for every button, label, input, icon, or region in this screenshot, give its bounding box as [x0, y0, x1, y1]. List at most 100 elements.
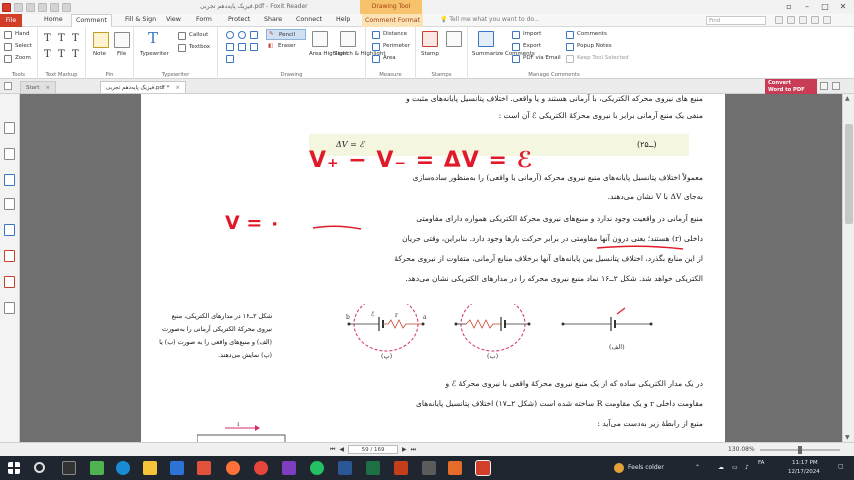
- close-tab-icon[interactable]: ×: [45, 85, 50, 91]
- language-indicator[interactable]: FA: [758, 460, 764, 466]
- typewriter-button[interactable]: Typewriter: [140, 51, 169, 57]
- insert-text-icon[interactable]: T: [72, 49, 79, 60]
- task-view-icon[interactable]: [62, 461, 76, 475]
- clock-date[interactable]: 12/17/2024: [788, 469, 820, 475]
- tab-comment-format[interactable]: Comment Format: [362, 14, 424, 27]
- callout-button[interactable]: Callout: [189, 32, 208, 38]
- zoom-slider-knob[interactable]: [798, 446, 802, 454]
- pencil-tool[interactable]: ✎ Pencil: [266, 29, 306, 40]
- file-button[interactable]: File: [117, 51, 126, 57]
- tell-me-box[interactable]: 💡 Tell me what you want to do...: [440, 16, 540, 23]
- restore-ribbon-icon[interactable]: ▫: [780, 0, 798, 14]
- attachments-icon[interactable]: [4, 224, 15, 236]
- note-button[interactable]: Note: [93, 51, 106, 57]
- app-icon-blue[interactable]: [170, 461, 184, 475]
- squiggly-text-icon[interactable]: T: [44, 49, 51, 60]
- tab-help[interactable]: Help: [336, 16, 350, 23]
- highlight-text-icon[interactable]: T: [44, 33, 51, 44]
- zoom-slider[interactable]: [760, 446, 840, 454]
- word-icon[interactable]: [338, 461, 352, 475]
- polygon-shape-icon[interactable]: [250, 31, 258, 39]
- keep-tool-selected-toggle[interactable]: Keep Tool Selected: [577, 55, 629, 61]
- document-view[interactable]: منبع های نیروی محرکه الکتریکی، با آرمانی…: [20, 94, 842, 442]
- export-button[interactable]: Export: [523, 43, 541, 49]
- popup-notes-dropdown[interactable]: Popup Notes: [577, 43, 612, 49]
- select-tool[interactable]: Select: [15, 43, 32, 49]
- store-icon[interactable]: [90, 461, 104, 475]
- distance-tool[interactable]: Distance: [383, 31, 407, 37]
- convert-word-to-pdf-banner[interactable]: Convert Word to PDF: [765, 79, 817, 94]
- underline-text-icon[interactable]: T: [58, 33, 65, 44]
- hand-tool[interactable]: Hand: [15, 31, 29, 37]
- open-icon[interactable]: [14, 2, 23, 12]
- firefox-icon[interactable]: [226, 461, 240, 475]
- line-shape-icon[interactable]: [226, 43, 234, 51]
- minimize-button[interactable]: –: [798, 0, 816, 14]
- comments-dropdown[interactable]: Comments: [577, 31, 607, 37]
- ribbon-collapse-icon[interactable]: [823, 16, 831, 24]
- next-page-icon[interactable]: ▶: [402, 446, 407, 453]
- tray-arrow-icon[interactable]: ⌃: [695, 464, 700, 471]
- pages-thumbnail-icon[interactable]: [4, 148, 15, 160]
- undo-icon[interactable]: [50, 2, 59, 12]
- textbox-button[interactable]: Textbox: [189, 44, 210, 50]
- tab-document[interactable]: فیزیک پایه‌دهم تجربی.pdf * ×: [100, 81, 186, 93]
- maximize-button[interactable]: □: [816, 0, 834, 14]
- layout-icon[interactable]: [820, 82, 828, 90]
- strikeout-text-icon[interactable]: T: [72, 33, 79, 44]
- app-logo-icon[interactable]: [2, 2, 11, 12]
- chrome-icon[interactable]: [254, 461, 268, 475]
- arrow-shape-icon[interactable]: [238, 43, 246, 51]
- tab-share[interactable]: Share: [264, 16, 282, 23]
- media-player-icon[interactable]: [282, 461, 296, 475]
- start-menu-icon[interactable]: [8, 462, 20, 474]
- clock-time[interactable]: 11:17 PM: [792, 460, 818, 466]
- app-icon-orange[interactable]: [197, 461, 211, 475]
- zoom-tool[interactable]: Zoom: [15, 55, 31, 61]
- network-icon[interactable]: ▭: [732, 464, 738, 471]
- edge-browser-icon[interactable]: [116, 461, 130, 475]
- tab-connect[interactable]: Connect: [296, 16, 322, 23]
- vertical-scrollbar[interactable]: ▲ ▼: [842, 94, 854, 442]
- scroll-down-icon[interactable]: ▼: [845, 434, 850, 441]
- redo-icon[interactable]: [62, 2, 71, 12]
- scroll-up-icon[interactable]: ▲: [845, 95, 850, 102]
- perimeter-tool[interactable]: Perimeter: [383, 43, 410, 49]
- close-tab-icon[interactable]: ×: [175, 85, 180, 91]
- previous-page-icon[interactable]: ◀: [339, 446, 344, 453]
- excel-icon[interactable]: [366, 461, 380, 475]
- find-input[interactable]: Find: [706, 16, 766, 25]
- content-icon[interactable]: [4, 302, 15, 314]
- tab-home[interactable]: Home: [44, 16, 63, 23]
- next-result-icon[interactable]: [799, 16, 807, 24]
- whatsapp-icon[interactable]: [310, 461, 324, 475]
- security-lock-icon[interactable]: [4, 276, 15, 288]
- tab-view[interactable]: View: [166, 16, 181, 23]
- tab-list-icon[interactable]: [4, 82, 12, 90]
- settings-gear-icon[interactable]: [811, 16, 819, 24]
- weather-icon[interactable]: [614, 463, 624, 473]
- replace-text-icon[interactable]: T: [58, 49, 65, 60]
- cloud-shape-icon[interactable]: [226, 55, 234, 63]
- tab-protect[interactable]: Protect: [228, 16, 250, 23]
- comments-panel-icon[interactable]: [4, 198, 15, 210]
- close-button[interactable]: ✕: [834, 0, 852, 14]
- layers-icon[interactable]: [4, 174, 15, 186]
- tab-file[interactable]: File: [0, 14, 22, 27]
- tab-comment[interactable]: Comment: [71, 14, 112, 28]
- app-icon-gray[interactable]: [422, 461, 436, 475]
- search-icon[interactable]: [34, 462, 45, 473]
- oval-shape-icon[interactable]: [238, 31, 246, 39]
- file-explorer-icon[interactable]: [143, 461, 157, 475]
- app-icon-pen[interactable]: [448, 461, 462, 475]
- tab-form[interactable]: Form: [196, 16, 212, 23]
- polyline-shape-icon[interactable]: [250, 43, 258, 51]
- save-icon[interactable]: [26, 2, 35, 12]
- foxit-reader-icon[interactable]: [475, 460, 491, 476]
- rectangle-shape-icon[interactable]: [226, 31, 234, 39]
- notification-icon[interactable]: ▢: [838, 463, 844, 470]
- weather-text[interactable]: Feels colder: [628, 464, 664, 471]
- search-options-icon[interactable]: [775, 16, 783, 24]
- print-icon[interactable]: [38, 2, 47, 12]
- pdf-via-email-button[interactable]: PDF via Email: [523, 55, 561, 61]
